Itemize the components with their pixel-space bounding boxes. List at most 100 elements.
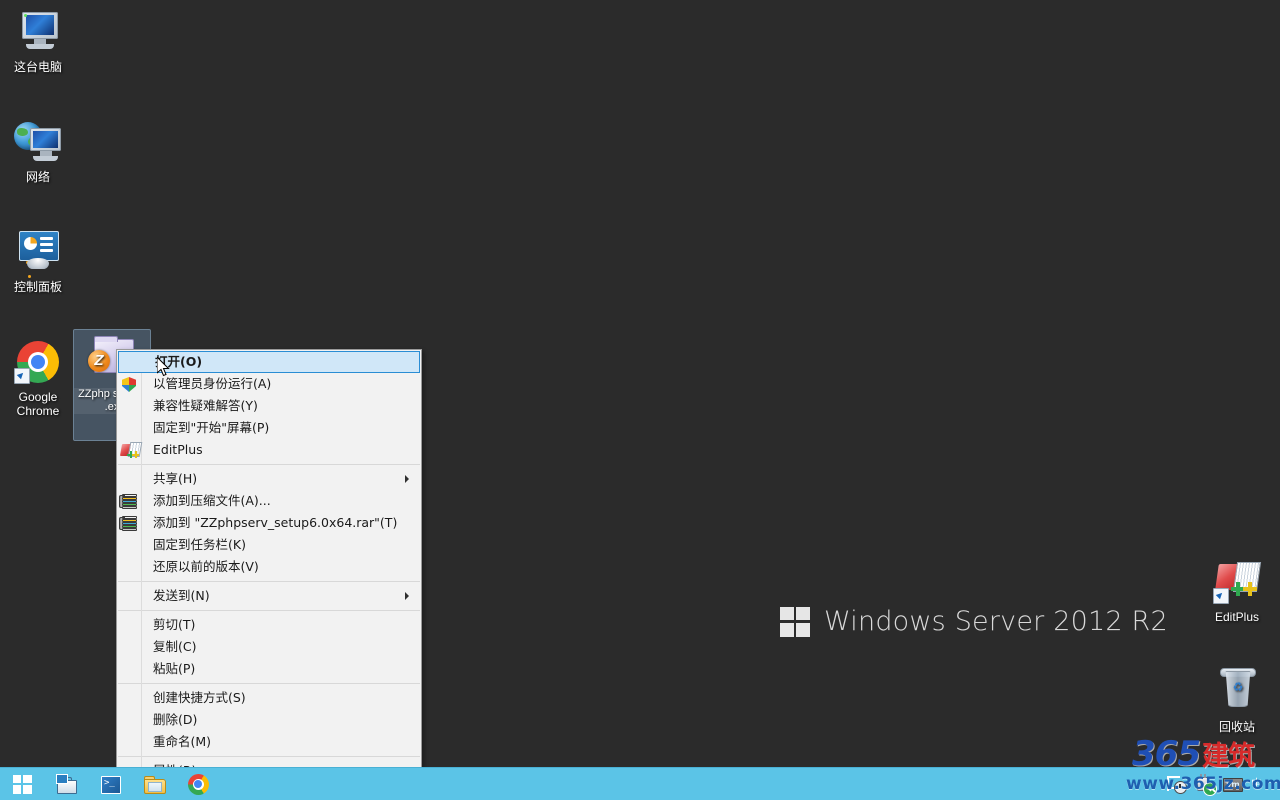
tray-action-center[interactable] [1165,773,1187,795]
ctx-item-pin-to-start[interactable]: 固定到"开始"屏幕(P) [117,417,421,439]
ctx-item-label: 兼容性疑难解答(Y) [153,398,258,413]
ctx-item-share[interactable]: 共享(H) [117,468,421,490]
shortcut-overlay-icon [14,368,30,384]
editplus-icon [1213,558,1262,606]
no-icon [119,661,141,677]
desktop-icon-editplus[interactable]: EditPlus [1199,558,1275,624]
network-icon [14,118,62,166]
ctx-item-restore-previous-versions[interactable]: 还原以前的版本(V) [117,556,421,578]
no-icon [119,537,141,553]
desktop[interactable]: 这台电脑 网络 控制面板 Google Chrome Z ZZphp setup… [0,0,1280,800]
ctx-item-paste[interactable]: 粘贴(P) [117,658,421,680]
desktop-icon-label: 控制面板 [13,280,62,294]
branding-text: Windows Server 2012 R2 [824,606,1168,637]
ctx-separator-4 [118,683,420,684]
no-icon [119,639,141,655]
desktop-icon-recycle-bin[interactable]: ♻ 回收站 [1199,668,1275,734]
desktop-icon-label: Google Chrome [16,390,60,418]
ctx-item-add-to-named-archive[interactable]: 添加到 "ZZphpserv_setup6.0x64.rar"(T) [117,512,421,534]
desktop-icon-google-chrome[interactable]: Google Chrome [0,338,76,418]
ctx-item-cut[interactable]: 剪切(T) [117,614,421,636]
tray-ime[interactable]: 中 [1249,773,1271,795]
desktop-icon-label: EditPlus [1214,610,1260,624]
no-icon [119,559,141,575]
this-pc-icon [14,8,62,56]
ctx-item-open[interactable]: 打开(O) [118,351,420,373]
winrar-icon [119,515,141,531]
powershell-icon: >_ [99,773,121,795]
taskbar-powershell[interactable]: >_ [88,768,132,800]
no-icon [119,420,141,436]
server-manager-icon [55,773,77,795]
taskbar[interactable]: >_ vm 中 [0,767,1280,800]
desktop-icon-label: 回收站 [1218,720,1255,734]
ctx-item-run-as-admin[interactable]: 以管理员身份运行(A) [117,373,421,395]
ctx-item-copy[interactable]: 复制(C) [117,636,421,658]
no-icon [119,734,141,750]
ctx-item-delete[interactable]: 删除(D) [117,709,421,731]
ctx-item-pin-to-taskbar[interactable]: 固定到任务栏(K) [117,534,421,556]
recycle-bin-icon: ♻ [1213,668,1261,716]
ctx-item-label: 添加到压缩文件(A)... [153,493,271,508]
ctx-item-label: 固定到任务栏(K) [153,537,246,552]
ctx-item-label: 共享(H) [153,471,198,486]
submenu-arrow-icon [405,592,409,600]
taskbar-server-manager[interactable] [44,768,88,800]
no-icon [119,588,141,604]
control-panel-icon [14,228,62,278]
ctx-item-label: 还原以前的版本(V) [153,559,259,574]
winrar-icon [119,493,141,509]
no-icon [121,354,143,370]
ctx-item-label: 创建快捷方式(S) [153,690,246,705]
desktop-icon-label: 这台电脑 [13,60,62,74]
ctx-item-label: 以管理员身份运行(A) [153,376,272,391]
windows-start-icon [12,774,32,794]
start-button[interactable] [0,768,44,800]
ime-icon: 中 [1251,777,1262,790]
windows-server-branding: Windows Server 2012 R2 [780,606,1168,637]
ctx-separator-5 [118,756,420,757]
ctx-item-label: 粘贴(P) [153,661,196,676]
desktop-icon-label: 网络 [25,170,50,184]
desktop-icon-network[interactable]: 网络 [0,118,76,184]
desktop-icon-this-pc[interactable]: 这台电脑 [0,8,76,74]
ctx-item-label: EditPlus [153,442,203,457]
vm-icon: vm [1223,778,1243,792]
ctx-item-create-shortcut[interactable]: 创建快捷方式(S) [117,687,421,709]
ctx-item-rename[interactable]: 重命名(M) [117,731,421,753]
taskbar-chrome[interactable] [176,768,220,800]
no-icon [119,690,141,706]
shortcut-overlay-icon [1213,588,1229,604]
ctx-item-editplus[interactable]: EditPlus [117,439,421,461]
windows-logo-icon [780,606,810,637]
no-icon [119,471,141,487]
ctx-item-label: 复制(C) [153,639,197,654]
context-menu[interactable]: 打开(O) 以管理员身份运行(A) 兼容性疑难解答(Y) 固定到"开始"屏幕(P… [116,349,422,768]
no-icon [119,617,141,633]
ctx-item-compatibility-troubleshoot[interactable]: 兼容性疑难解答(Y) [117,395,421,417]
chrome-icon [14,338,62,386]
ctx-item-label: 剪切(T) [153,617,196,632]
file-explorer-icon [143,773,166,795]
ctx-separator-1 [118,464,420,465]
system-tray[interactable]: vm 中 [1162,768,1280,800]
ctx-item-label: 删除(D) [153,712,198,727]
ctx-item-label: 固定到"开始"屏幕(P) [153,420,270,435]
desktop-icon-control-panel[interactable]: 控制面板 [0,228,76,294]
tray-vm-tools[interactable]: vm [1221,773,1243,795]
submenu-arrow-icon [405,475,409,483]
ctx-item-label: 添加到 "ZZphpserv_setup6.0x64.rar"(T) [153,515,398,530]
no-icon [119,712,141,728]
ctx-item-add-to-archive[interactable]: 添加到压缩文件(A)... [117,490,421,512]
ctx-item-label: 打开(O) [155,354,203,369]
chrome-icon [187,773,209,795]
editplus-icon [119,442,143,458]
ctx-item-label: 发送到(N) [153,588,210,603]
ctx-separator-3 [118,610,420,611]
taskbar-file-explorer[interactable] [132,768,176,800]
ctx-separator-2 [118,581,420,582]
tray-network[interactable] [1193,773,1217,796]
ctx-item-send-to[interactable]: 发送到(N) [117,585,421,607]
no-icon [119,398,141,414]
shield-icon [119,376,141,392]
